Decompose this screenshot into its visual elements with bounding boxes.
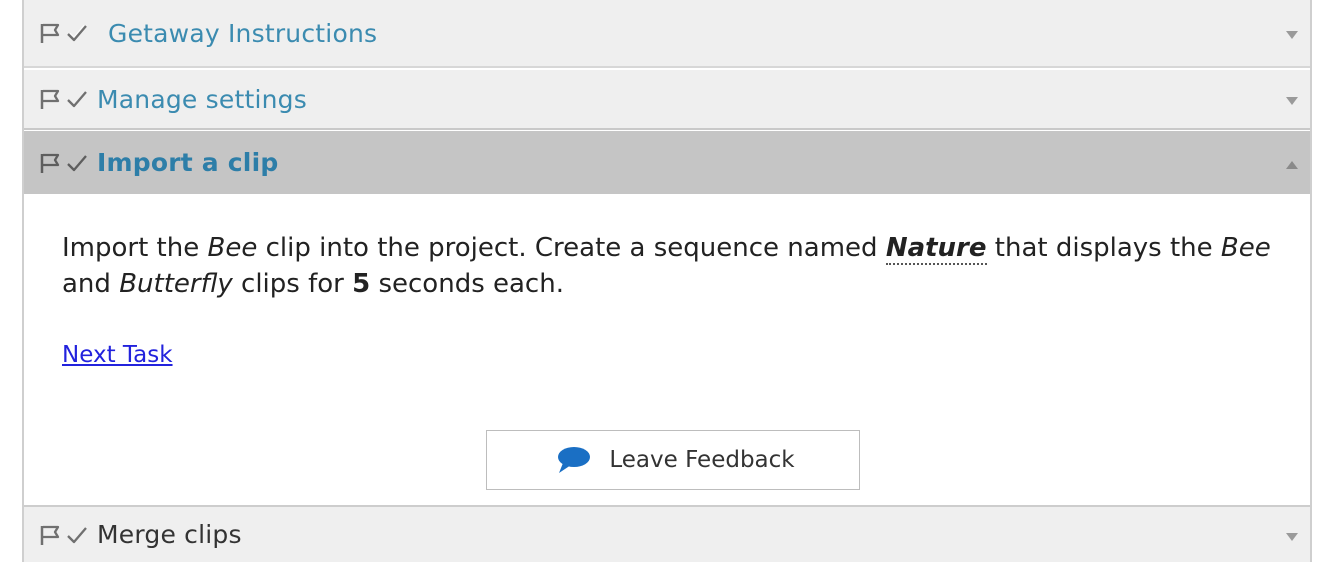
task-text-part: that displays the bbox=[986, 233, 1221, 263]
task-text-part: Import the bbox=[62, 233, 208, 263]
clip-name-bee: Bee bbox=[1220, 233, 1271, 263]
accordion-header-merge-clips[interactable]: Merge clips bbox=[24, 505, 1310, 562]
check-icon[interactable] bbox=[65, 151, 89, 175]
check-icon[interactable] bbox=[65, 87, 89, 111]
task-text-part: and bbox=[62, 269, 120, 299]
status-icons bbox=[38, 21, 89, 45]
status-icons bbox=[38, 151, 89, 175]
next-task-link[interactable]: Next Task bbox=[62, 342, 173, 368]
task-text-part: seconds each. bbox=[370, 269, 564, 299]
chevron-down-icon[interactable] bbox=[1286, 31, 1298, 39]
flag-icon[interactable] bbox=[38, 151, 62, 175]
sequence-name-nature[interactable]: Nature bbox=[885, 233, 987, 265]
clip-name-bee: Bee bbox=[207, 233, 258, 263]
flag-icon[interactable] bbox=[38, 87, 62, 111]
chevron-down-icon[interactable] bbox=[1286, 97, 1298, 105]
accordion-title[interactable]: Merge clips bbox=[97, 520, 242, 549]
check-icon[interactable] bbox=[65, 523, 89, 547]
accordion-title[interactable]: Manage settings bbox=[97, 85, 307, 114]
leave-feedback-button[interactable]: Leave Feedback bbox=[486, 430, 860, 490]
flag-icon[interactable] bbox=[38, 21, 62, 45]
task-panel: Getaway Instructions Manage settings Imp… bbox=[22, 0, 1312, 562]
accordion-header-getaway-instructions[interactable]: Getaway Instructions bbox=[24, 0, 1310, 68]
task-description: Import the Bee clip into the project. Cr… bbox=[62, 230, 1272, 302]
task-text-part: clips for bbox=[232, 269, 353, 299]
chevron-up-icon[interactable] bbox=[1286, 160, 1298, 169]
duration-value: 5 bbox=[352, 269, 371, 299]
accordion-header-import-a-clip[interactable]: Import a clip bbox=[24, 131, 1310, 194]
accordion-title[interactable]: Import a clip bbox=[97, 148, 278, 177]
accordion-content: Import the Bee clip into the project. Cr… bbox=[24, 194, 1310, 505]
status-icons bbox=[38, 523, 89, 547]
accordion-header-manage-settings[interactable]: Manage settings bbox=[24, 70, 1310, 130]
chevron-down-icon[interactable] bbox=[1286, 532, 1298, 541]
leave-feedback-label: Leave Feedback bbox=[609, 447, 795, 473]
clip-name-butterfly: Butterfly bbox=[119, 269, 233, 299]
task-text-part: clip into the project. Create a sequence… bbox=[257, 233, 886, 263]
accordion-title[interactable]: Getaway Instructions bbox=[108, 19, 377, 48]
check-icon[interactable] bbox=[65, 21, 89, 45]
speech-bubble-icon bbox=[558, 447, 591, 473]
flag-icon[interactable] bbox=[38, 523, 62, 547]
status-icons bbox=[38, 87, 89, 111]
